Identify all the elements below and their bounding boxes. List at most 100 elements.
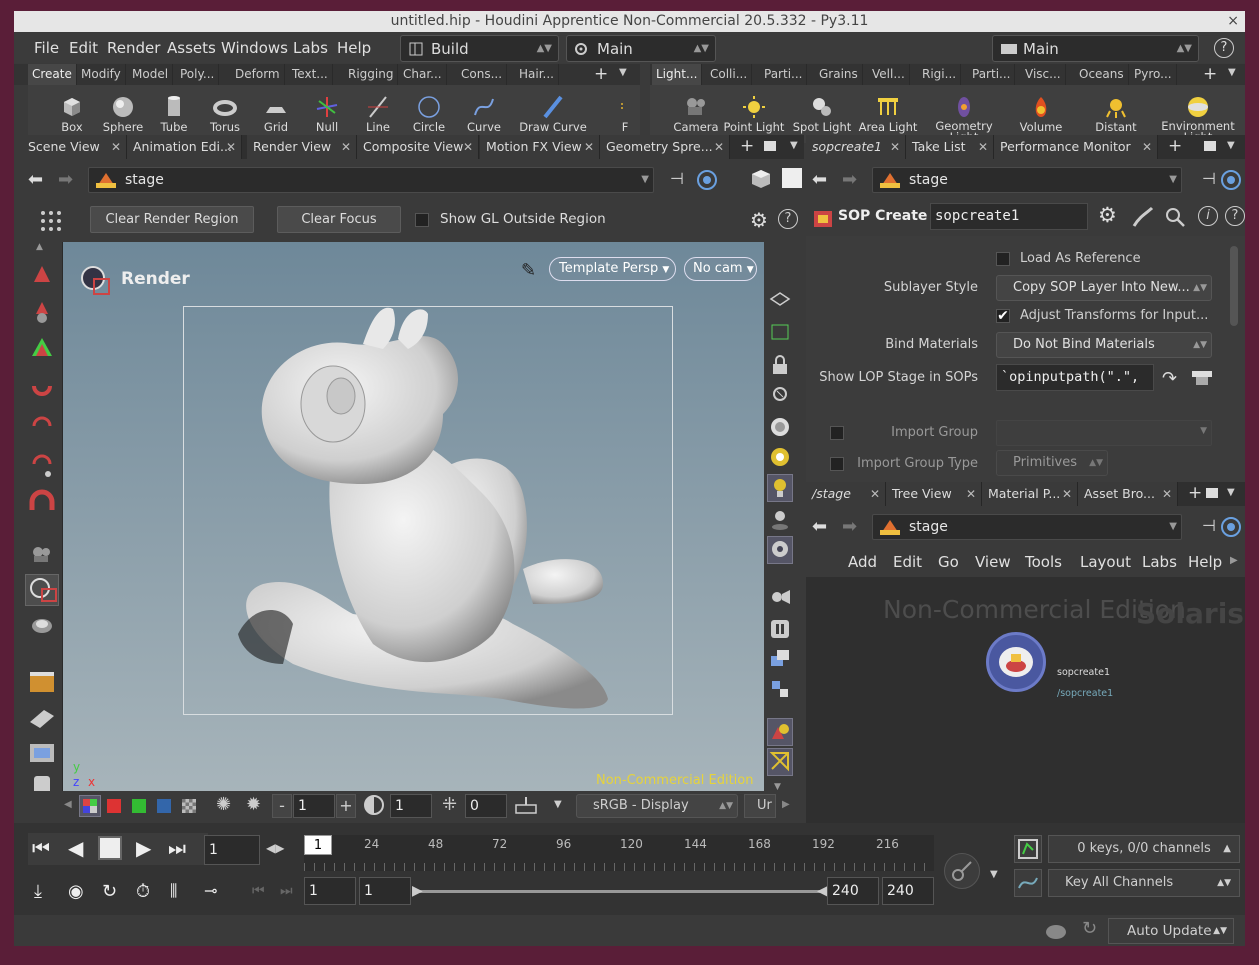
- net-menu-tools[interactable]: Tools: [1025, 547, 1062, 577]
- magnet-full-icon[interactable]: [22, 486, 62, 518]
- right-context-select[interactable]: Main ▲▼: [992, 35, 1199, 62]
- bind-materials-select[interactable]: Do Not Bind Materials ▲▼: [996, 332, 1212, 358]
- current-frame-marker[interactable]: 1: [304, 835, 332, 855]
- shelf-tab-grains[interactable]: Grains: [815, 64, 863, 85]
- exposure-icon[interactable]: ✺: [216, 794, 231, 815]
- close-tab-icon[interactable]: ✕: [1162, 482, 1172, 506]
- tab-geometry-spreadsheet[interactable]: Geometry Spre... ✕: [600, 135, 730, 159]
- import-group-field[interactable]: ▼: [996, 420, 1212, 446]
- tab-composite-view[interactable]: Composite View ✕: [357, 135, 479, 159]
- shelf-tab-model[interactable]: Model: [128, 64, 174, 85]
- headlight-icon[interactable]: [769, 416, 791, 438]
- green-channel-icon[interactable]: [132, 799, 146, 813]
- show-lop-field[interactable]: `opinputpath(".",: [996, 364, 1154, 391]
- pose-tool-icon[interactable]: [22, 666, 62, 698]
- snapping-icon[interactable]: [769, 322, 791, 342]
- lock-icon[interactable]: [769, 354, 791, 376]
- node-name-field[interactable]: sopcreate1: [930, 203, 1088, 230]
- show-gl-checkbox[interactable]: [415, 213, 429, 227]
- camera-tool-icon[interactable]: [22, 538, 62, 570]
- background-icon[interactable]: [782, 168, 802, 188]
- env-light-icon[interactable]: [769, 446, 791, 468]
- desktop-select[interactable]: Build ▲▼: [400, 35, 559, 62]
- end-frame-field-2[interactable]: 240: [882, 877, 934, 905]
- decrement-button[interactable]: -: [272, 794, 292, 818]
- gamma-icon[interactable]: ✹: [246, 794, 261, 815]
- tab-tree-view[interactable]: Tree View ✕: [886, 482, 982, 506]
- keys-channels-button[interactable]: 0 keys, 0/0 channels ▲: [1048, 835, 1240, 863]
- link-icon[interactable]: [1220, 516, 1242, 538]
- param-path-field[interactable]: stage ▼: [872, 167, 1182, 193]
- play-icon[interactable]: ▶: [136, 836, 151, 860]
- view-tool-icon[interactable]: [22, 610, 62, 642]
- tab-scene-view[interactable]: Scene View ✕: [22, 135, 127, 159]
- help-icon[interactable]: ?: [1214, 38, 1234, 58]
- menu-assets[interactable]: Assets: [167, 33, 216, 63]
- sample-icon[interactable]: ⁜: [442, 794, 457, 815]
- search-icon[interactable]: [1164, 206, 1186, 228]
- net-menu-layout[interactable]: Layout: [1080, 547, 1131, 577]
- close-icon[interactable]: ×: [1227, 11, 1239, 32]
- chevron-down-icon[interactable]: ▼: [619, 67, 627, 78]
- start-frame-field[interactable]: 1: [304, 877, 356, 905]
- gear-icon[interactable]: ⚙: [750, 208, 768, 232]
- close-tab-icon[interactable]: ✕: [890, 135, 900, 159]
- shelf-tab-parti2[interactable]: Parti...: [968, 64, 1016, 85]
- sublayer-style-select[interactable]: Copy SOP Layer Into New... ▲▼: [996, 275, 1212, 301]
- tab-animation-editor[interactable]: Animation Edi... ✕: [127, 135, 242, 159]
- chevron-down-icon[interactable]: ▼: [990, 869, 998, 880]
- shelf-tab-colli[interactable]: Colli...: [706, 64, 753, 85]
- audio-icon[interactable]: ◉: [68, 881, 84, 902]
- magnet-icon[interactable]: [22, 378, 62, 410]
- brush-icon[interactable]: [1130, 206, 1154, 228]
- net-menu-add[interactable]: Add: [848, 547, 877, 577]
- link-icon[interactable]: [1220, 169, 1242, 191]
- jump-start-icon[interactable]: ⏮: [32, 836, 50, 860]
- display-options-icon[interactable]: [769, 290, 791, 308]
- instances-icon[interactable]: [769, 678, 791, 700]
- chevron-left-icon[interactable]: ◀: [64, 799, 72, 810]
- close-tab-icon[interactable]: ✕: [714, 135, 724, 159]
- menu-edit[interactable]: Edit: [69, 33, 98, 63]
- add-tab-icon[interactable]: +: [740, 136, 754, 156]
- viewer-path-field[interactable]: stage ▼: [88, 167, 654, 193]
- time-slider[interactable]: 1 24 48 72 96 120 144 168 192 216: [304, 835, 934, 871]
- viewport[interactable]: Render ✎ Template Persp ▼ No cam ▼ y z x…: [63, 242, 764, 801]
- link-icon[interactable]: [696, 169, 718, 191]
- start-frame-field-2[interactable]: 1: [359, 877, 411, 905]
- realtime-icon[interactable]: ⤓: [34, 881, 42, 902]
- auto-update-select[interactable]: Auto Update ▲▼: [1108, 918, 1234, 944]
- loop-icon[interactable]: ↻: [102, 881, 117, 902]
- prev-key-icon[interactable]: ⏮: [252, 883, 265, 899]
- shelf-tab-visc[interactable]: Visc...: [1021, 64, 1066, 85]
- param-scrollbar[interactable]: [1230, 246, 1238, 326]
- increment-button[interactable]: +: [336, 794, 356, 818]
- render-region-tool[interactable]: [25, 574, 59, 606]
- back-arrow-icon[interactable]: ⬅: [28, 169, 43, 190]
- tab-take-list[interactable]: Take List ✕: [906, 135, 994, 159]
- add-tab-icon[interactable]: +: [1188, 483, 1202, 503]
- menu-labs[interactable]: Labs: [293, 33, 328, 63]
- gear-icon[interactable]: ⚙: [1098, 203, 1117, 227]
- load-as-reference-checkbox[interactable]: [996, 252, 1010, 266]
- range-start-handle[interactable]: ▶: [412, 883, 423, 899]
- close-tab-icon[interactable]: ✕: [111, 135, 121, 159]
- forward-arrow-icon[interactable]: ➡: [842, 516, 857, 537]
- camera-small-icon[interactable]: [769, 587, 791, 607]
- forward-arrow-icon[interactable]: ➡: [842, 169, 857, 190]
- net-menu-go[interactable]: Go: [938, 547, 959, 577]
- shelf-tab-poly[interactable]: Poly...: [176, 64, 220, 85]
- end-frame-field[interactable]: 240: [827, 877, 879, 905]
- layers-icon[interactable]: [769, 648, 791, 670]
- alpha-channel-icon[interactable]: [182, 799, 196, 813]
- tab-render-view[interactable]: Render View ✕: [247, 135, 357, 159]
- pin-icon[interactable]: ⊣: [1202, 516, 1216, 535]
- magnet-curve-icon[interactable]: [22, 414, 62, 446]
- close-tab-icon[interactable]: ✕: [978, 135, 988, 159]
- shelf-tab-rigi[interactable]: Rigi...: [918, 64, 962, 85]
- net-menu-view[interactable]: View: [975, 547, 1011, 577]
- range-icon[interactable]: ⫼: [170, 881, 177, 901]
- channel-list-button[interactable]: [1014, 835, 1042, 863]
- blue-channel-icon[interactable]: [157, 799, 171, 813]
- chevron-down-icon[interactable]: ▼: [554, 799, 562, 810]
